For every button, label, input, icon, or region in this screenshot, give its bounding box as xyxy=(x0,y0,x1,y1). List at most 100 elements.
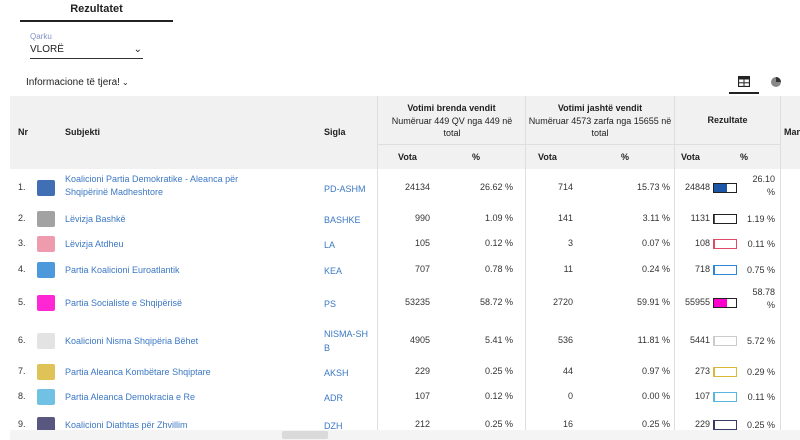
row-number: 1. xyxy=(18,182,26,192)
row-number: 7. xyxy=(18,366,26,376)
share-bar xyxy=(713,214,737,224)
abroad-votes: 714 xyxy=(557,182,573,192)
share-bar-fill xyxy=(714,337,716,345)
abroad-votes: 2720 xyxy=(552,297,573,307)
kea-logo xyxy=(37,262,55,278)
chevron-down-icon: ⌄ xyxy=(133,44,142,55)
row-number: 8. xyxy=(18,391,26,401)
table-view-button[interactable] xyxy=(729,72,759,94)
column-divider xyxy=(780,96,781,169)
total-votes: 273 xyxy=(694,366,710,376)
abroad-votes: 11 xyxy=(563,264,573,274)
abroad-percent: 0.97 % xyxy=(641,366,670,376)
party-name-link[interactable]: Partia Socialiste e Shqipërisë xyxy=(65,297,275,310)
abroad-percent: 11.81 % xyxy=(637,335,670,345)
pie-view-button[interactable] xyxy=(761,72,791,92)
ps-logo xyxy=(37,295,55,311)
nisma-logo xyxy=(37,333,55,349)
party-acronym: LA xyxy=(324,240,336,250)
row-number: 2. xyxy=(18,213,26,223)
column-divider xyxy=(780,384,781,410)
party-name-link[interactable]: Lëvizja Bashkë xyxy=(65,213,275,226)
header-abroad-counted: Numëruar 4573 zarfa nga 15655 në total xyxy=(528,116,672,138)
column-divider xyxy=(780,323,781,359)
share-bar xyxy=(713,239,737,249)
share-bar-fill xyxy=(714,299,728,307)
party-name-link[interactable]: Koalicioni Partia Demokratike - Aleanca … xyxy=(65,173,275,199)
horizontal-scrollbar[interactable] xyxy=(10,430,800,440)
header-abroad: Votimi jashtë vendit xyxy=(557,103,643,113)
total-percent: 0.11 % xyxy=(747,392,775,402)
dzh-logo xyxy=(37,417,55,430)
party-name-link[interactable]: Koalicioni Nisma Shqipëria Bëhet xyxy=(65,335,275,348)
share-bar-fill xyxy=(714,215,715,223)
county-select-value: VLORË xyxy=(30,44,64,55)
row-number: 4. xyxy=(18,264,26,274)
domestic-votes: 229 xyxy=(414,366,430,376)
tab-bar: Rezultatet xyxy=(0,0,800,22)
atdheu-logo xyxy=(37,236,55,252)
table-icon xyxy=(738,76,750,87)
party-name-link[interactable]: Partia Aleanca Demokracia e Re xyxy=(65,391,275,404)
party-name-link[interactable]: Partia Koalicioni Euroatlantik xyxy=(65,264,275,277)
total-percent: 58.78 % xyxy=(752,287,775,310)
total-votes: 5441 xyxy=(689,335,710,345)
row-number: 5. xyxy=(18,297,26,307)
table-row: 8. Partia Aleanca Demokracia e Re ADR 107 0.… xyxy=(10,384,800,411)
total-votes: 1131 xyxy=(690,213,710,223)
county-label: Qarku xyxy=(30,32,52,41)
total-votes: 229 xyxy=(694,419,710,429)
table-row: 2. Lëvizja Bashkë BASHKE 990 1.09 % 141 3.11 %… xyxy=(10,206,800,232)
total-votes: 107 xyxy=(694,391,710,401)
column-divider xyxy=(674,96,675,169)
domestic-percent: 5.41 % xyxy=(484,335,513,345)
party-acronym: AKSH xyxy=(324,368,349,378)
column-divider xyxy=(780,169,781,206)
scrollbar-thumb[interactable] xyxy=(282,431,328,439)
domestic-votes: 53235 xyxy=(404,297,430,307)
row-number: 3. xyxy=(18,238,26,248)
header-domestic-votes: Vota xyxy=(398,152,417,162)
header-acronym: Sigla xyxy=(324,127,346,137)
header-domestic-counted: Numëruar 449 QV nga 449 në total xyxy=(391,116,513,138)
share-bar xyxy=(713,183,737,193)
pie-chart-icon xyxy=(771,77,781,87)
more-info-toggle[interactable]: Informacione të tjera! ⌄ xyxy=(26,77,129,88)
aksh-logo xyxy=(37,364,55,380)
domestic-percent: 1.09 % xyxy=(484,213,513,223)
table-row: 6. Koalicioni Nisma Shqipëria Bëhet NISMA-… xyxy=(10,323,800,360)
party-acronym: DZH xyxy=(324,421,343,430)
abroad-percent: 0.25 % xyxy=(641,419,670,429)
share-bar xyxy=(713,420,737,430)
county-select[interactable]: VLORË ⌄ xyxy=(30,41,143,59)
header-abroad-votes: Vota xyxy=(538,152,557,162)
header-nr: Nr xyxy=(18,127,29,137)
abroad-percent: 15.73 % xyxy=(636,182,670,192)
party-acronym: PD-ASHM xyxy=(324,184,366,194)
abroad-votes: 3 xyxy=(567,238,573,248)
chart-view-button[interactable] xyxy=(790,72,800,92)
column-divider xyxy=(780,257,781,282)
adr-logo xyxy=(37,389,55,405)
total-votes: 55955 xyxy=(684,297,710,307)
party-name-link[interactable]: Partia Aleanca Kombëtare Shqiptare xyxy=(65,366,275,379)
tab-results[interactable]: Rezultatet xyxy=(20,0,173,22)
party-name-link[interactable]: Koalicioni Diathtas për Zhvillim xyxy=(65,419,275,430)
total-percent: 0.29 % xyxy=(746,367,775,377)
domestic-percent: 0.25 % xyxy=(484,366,513,376)
column-divider xyxy=(780,359,781,384)
domestic-percent: 58.72 % xyxy=(479,297,513,307)
share-bar xyxy=(713,367,737,377)
abroad-percent: 3.11 % xyxy=(642,213,670,223)
abroad-percent: 0.07 % xyxy=(641,238,670,248)
table-row: 5. Partia Socialiste e Shqipërisë PS 53235 5… xyxy=(10,282,800,324)
party-name-link[interactable]: Lëvizja Atdheu xyxy=(65,238,275,251)
share-bar xyxy=(713,298,737,308)
table-row: 3. Lëvizja Atdheu LA 105 0.12 % 3 0.07 % 108 0.1… xyxy=(10,231,800,258)
domestic-percent: 0.25 % xyxy=(484,419,513,429)
total-percent: 0.75 % xyxy=(746,265,775,275)
header-domestic-percent: % xyxy=(472,152,481,162)
header-results: Rezultate xyxy=(707,115,748,125)
domestic-votes: 107 xyxy=(414,391,430,401)
abroad-votes: 141 xyxy=(557,213,573,223)
